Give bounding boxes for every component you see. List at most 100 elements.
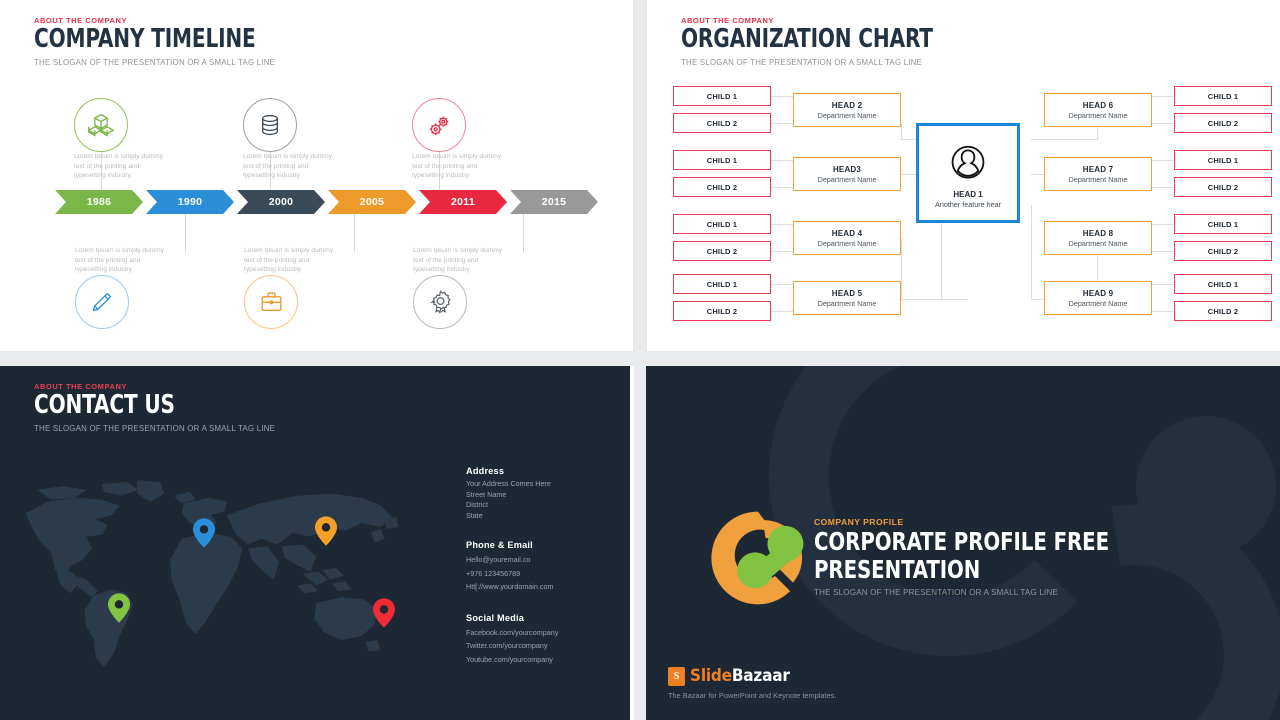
org-head-box[interactable]: HEAD 6 Department Name <box>1044 93 1152 127</box>
contact-line[interactable]: Facebook.com/yourcompany <box>466 626 616 640</box>
org-child-box[interactable]: CHILD 2 <box>1174 301 1272 321</box>
org-connector <box>1152 187 1174 188</box>
org-connector <box>1152 96 1174 97</box>
org-child-label: CHILD 2 <box>1207 246 1239 256</box>
org-head-box[interactable]: HEAD3 Department Name <box>793 157 901 191</box>
slide-title[interactable]: COMPANY PROFILE CORPORATE PROFILE FREE P… <box>646 366 1280 720</box>
contact-line: Street Name <box>466 489 507 499</box>
org-connector <box>1152 284 1174 285</box>
org-child-box[interactable]: CHILD 1 <box>1174 86 1272 106</box>
org-connector <box>771 187 793 188</box>
org-child-label: CHILD 1 <box>706 155 738 165</box>
org-child-label: CHILD 2 <box>706 246 738 256</box>
timeline-icon-circle <box>412 98 466 152</box>
timeline-item-2000[interactable]: Lorem Ipsum is simply dummy text of the … <box>243 98 418 181</box>
contact-group-heading: Address <box>466 466 505 476</box>
contact-group-phone-email: Phone & Email Hello@youremail.co +976 12… <box>466 540 616 594</box>
org-connector <box>1152 160 1174 161</box>
org-connector <box>771 251 793 252</box>
org-child-label: CHILD 2 <box>706 306 738 316</box>
boxes-icon <box>87 113 115 137</box>
org-head-box[interactable]: HEAD 7 Department Name <box>1044 157 1152 191</box>
slide-company-timeline[interactable]: ABOUT THE COMPANY COMPANY TIMELINE THE S… <box>0 0 634 352</box>
org-child-label: CHILD 1 <box>706 219 738 229</box>
briefcase-icon <box>261 292 281 312</box>
timeline-title: COMPANY TIMELINE <box>34 24 256 54</box>
org-child-box[interactable]: CHILD 2 <box>1174 241 1272 261</box>
org-head-title: HEAD3 <box>832 164 862 174</box>
slidebazaar-name-accent: Slide <box>690 666 732 686</box>
org-connector <box>901 124 902 140</box>
timeline-item-2005[interactable]: Lorem Ipsum is simply dummy text of the … <box>244 246 419 329</box>
org-child-box[interactable]: CHILD 2 <box>1174 177 1272 197</box>
contact-line: District <box>466 500 488 509</box>
org-child-box[interactable]: CHILD 1 <box>673 214 771 234</box>
database-icon <box>262 114 278 136</box>
contact-line: State <box>466 510 483 520</box>
org-child-box[interactable]: CHILD 2 <box>673 113 771 133</box>
org-head-box[interactable]: HEAD 5 Department Name <box>793 281 901 315</box>
pin-australia[interactable] <box>373 598 395 628</box>
contact-line: +976 123456789 <box>466 568 521 578</box>
org-connector <box>1031 139 1098 140</box>
timeline-icon-circle <box>75 274 129 329</box>
timeline-item-1986[interactable]: Lorem Ipsum is simply dummy text of the … <box>74 98 249 181</box>
timeline-year-2005[interactable]: 2005 <box>328 190 416 214</box>
org-child-box[interactable]: CHILD 2 <box>673 301 771 321</box>
contact-line: Hello@youremail.co <box>466 555 531 564</box>
user-avatar-icon <box>951 145 985 179</box>
slide-organization-chart[interactable]: ABOUT THE COMPANY ORGANIZATION CHART THE… <box>646 0 1280 352</box>
org-head-box[interactable]: HEAD 4 Department Name <box>793 221 901 255</box>
org-child-label: CHILD 2 <box>706 182 738 192</box>
org-root-box[interactable]: HEAD 1 Another feature hear <box>916 123 1020 223</box>
timeline-arrow-bar: 1986 1990 2000 2005 2011 2015 <box>55 190 601 214</box>
year-label: 2015 <box>541 196 567 208</box>
map-pin-icon <box>108 593 130 623</box>
timeline-item-1990[interactable]: Lorem Ipsum is simply dummy text of the … <box>75 246 250 329</box>
org-connector <box>1152 251 1174 252</box>
map-pin-icon <box>373 598 395 628</box>
org-head-box[interactable]: HEAD 2 Department Name <box>793 93 901 127</box>
contact-details: Address Your Address Comes Here Street N… <box>466 466 616 685</box>
timeline-subtitle: THE SLOGAN OF THE PRESENTATION OR A SMAL… <box>34 58 276 67</box>
timeline-year-2000[interactable]: 2000 <box>237 190 325 214</box>
org-child-box[interactable]: CHILD 2 <box>673 241 771 261</box>
year-label: 2011 <box>451 196 475 208</box>
slide-contact-us[interactable]: ABOUT THE COMPANY CONTACT US THE SLOGAN … <box>0 366 634 720</box>
contact-group-heading: Phone & Email <box>466 540 533 550</box>
org-head-subtitle: Department Name <box>817 298 877 308</box>
timeline-icon-circle <box>243 98 297 152</box>
timeline-year-1990[interactable]: 1990 <box>146 190 234 214</box>
contact-line[interactable]: Youtube.com/yourcompany <box>466 653 616 667</box>
org-child-box[interactable]: CHILD 1 <box>1174 150 1272 170</box>
slidebazaar-name-rest: Bazaar <box>731 666 790 686</box>
org-child-box[interactable]: CHILD 1 <box>673 150 771 170</box>
timeline-item-text: Lorem Ipsum is simply dummy text of the … <box>74 153 164 180</box>
org-head-title: HEAD 6 <box>1082 100 1114 110</box>
org-head-box[interactable]: HEAD 9 Department Name <box>1044 281 1152 315</box>
contact-subtitle: THE SLOGAN OF THE PRESENTATION OR A SMAL… <box>34 424 276 433</box>
org-child-box[interactable]: CHILD 1 <box>673 274 771 294</box>
timeline-item-2015[interactable]: Lorem Ipsum is simply dummy text of the … <box>413 246 588 329</box>
org-child-box[interactable]: CHILD 1 <box>1174 214 1272 234</box>
timeline-year-2011[interactable]: 2011 <box>419 190 507 214</box>
timeline-item-text: Lorem Ipsum is simply dummy text of the … <box>244 247 334 274</box>
org-child-box[interactable]: CHILD 1 <box>1174 274 1272 294</box>
slidebazaar-logo[interactable]: S SlideBazaar <box>668 666 790 686</box>
org-child-box[interactable]: CHILD 2 <box>1174 113 1272 133</box>
org-head-subtitle: Department Name <box>817 174 877 184</box>
timeline-item-2011[interactable]: Lorem Ipsum is simply dummy text of the … <box>412 98 587 181</box>
pin-europe[interactable] <box>193 518 215 548</box>
contact-line[interactable]: Twitter.com/yourcompany <box>466 639 616 653</box>
timeline-year-2015[interactable]: 2015 <box>510 190 598 214</box>
org-connector <box>771 160 793 161</box>
year-label: 2005 <box>359 196 385 208</box>
pin-south-america[interactable] <box>108 593 130 623</box>
org-child-box[interactable]: CHILD 1 <box>673 86 771 106</box>
gears-icon <box>429 116 448 135</box>
org-child-box[interactable]: CHILD 2 <box>673 177 771 197</box>
pin-asia[interactable] <box>315 516 337 546</box>
org-head-box[interactable]: HEAD 8 Department Name <box>1044 221 1152 255</box>
timeline-year-1986[interactable]: 1986 <box>55 190 143 214</box>
org-child-label: CHILD 2 <box>1207 118 1239 128</box>
